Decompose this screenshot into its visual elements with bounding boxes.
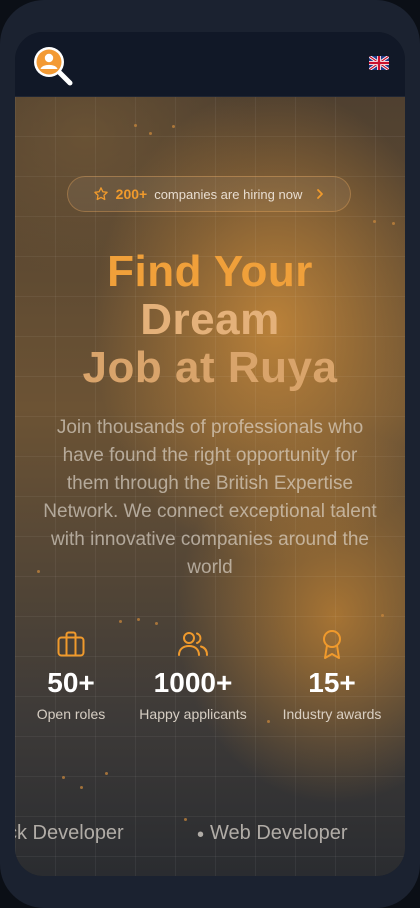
award-icon [267, 628, 397, 660]
decor-dot [105, 772, 108, 775]
app-screen: 200+ companies are hiring now Find Your … [15, 32, 405, 876]
users-icon [128, 628, 258, 660]
decor-dot [149, 132, 152, 135]
hero-section: 200+ companies are hiring now Find Your … [15, 96, 405, 876]
hiring-text: companies are hiring now [154, 186, 303, 202]
decor-dot [134, 124, 137, 127]
top-navigation-bar [15, 32, 405, 97]
page-title: Find Your Dream Job at Ruya [15, 248, 405, 392]
stat-industry-awards: 15+ Industry awards [267, 628, 397, 722]
stat-label: Happy applicants [139, 706, 247, 722]
chevron-right-icon [315, 188, 325, 200]
title-line-3: Job at Ruya [82, 343, 338, 392]
hero-description: Join thousands of professionals who have… [43, 417, 377, 578]
ticker-item[interactable]: ck Developer [15, 822, 124, 845]
decor-dot [172, 125, 175, 128]
search-person-icon[interactable] [31, 44, 75, 88]
job-title-ticker: ck Developer • Web Developer [15, 818, 405, 848]
hiring-count: 200+ [115, 186, 148, 202]
decor-dot [119, 620, 122, 623]
decor-dot [392, 222, 395, 225]
stat-value: 1000+ [153, 667, 233, 698]
title-line-1: Find Your [107, 247, 313, 296]
device-frame: 200+ companies are hiring now Find Your … [0, 0, 420, 908]
ticker-item[interactable]: Web Developer [210, 822, 347, 845]
decor-dot [62, 776, 65, 779]
ticker-separator: • [197, 824, 205, 846]
decor-dot [155, 622, 158, 625]
stats-row: 50+ Open roles 1000+ Happy applicants 15… [15, 628, 405, 738]
uk-flag-icon[interactable] [369, 56, 389, 70]
stat-label: Open roles [36, 706, 106, 722]
stat-open-roles: 50+ Open roles [15, 628, 136, 722]
decor-dot [137, 618, 140, 621]
decor-dot [373, 220, 376, 223]
title-line-2: Dream [140, 295, 280, 344]
briefcase-icon [15, 628, 136, 660]
stat-value: 50+ [47, 667, 95, 698]
hiring-now-badge[interactable]: 200+ companies are hiring now [67, 176, 351, 212]
stat-value: 15+ [308, 667, 356, 698]
decor-dot [381, 614, 384, 617]
star-icon [93, 186, 109, 202]
stat-happy-applicants: 1000+ Happy applicants [128, 628, 258, 722]
decor-dot [80, 786, 83, 789]
stat-label: Industry awards [282, 706, 382, 722]
